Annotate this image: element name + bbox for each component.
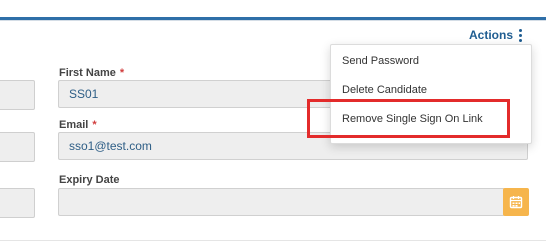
email-label-text: Email: [59, 119, 89, 131]
actions-button[interactable]: Actions: [469, 28, 522, 42]
calendar-icon: [509, 196, 523, 209]
left-field-3[interactable]: [0, 188, 35, 218]
menu-item-send-password[interactable]: Send Password: [342, 51, 419, 71]
menu-item-delete-candidate[interactable]: Delete Candidate: [342, 80, 427, 100]
required-asterisk: *: [119, 67, 125, 79]
highlight-box: [307, 99, 510, 138]
first-name-label: First Name *: [59, 67, 124, 79]
calendar-button[interactable]: [503, 188, 529, 216]
first-name-label-text: First Name: [59, 67, 116, 79]
email-value: sso1@test.com: [69, 139, 152, 153]
left-field-1[interactable]: [0, 80, 35, 110]
more-vertical-icon: [519, 28, 522, 42]
required-asterisk: *: [92, 119, 97, 131]
expiry-date-label: Expiry Date: [59, 174, 120, 186]
left-field-2[interactable]: [0, 132, 35, 162]
actions-label: Actions: [468, 28, 513, 42]
expiry-date-label-text: Expiry Date: [59, 174, 120, 186]
divider: [0, 240, 546, 241]
email-label: Email *: [59, 119, 97, 131]
first-name-value: SS01: [69, 87, 99, 101]
expiry-date-field[interactable]: [58, 188, 505, 216]
top-accent-bar: [0, 17, 546, 20]
